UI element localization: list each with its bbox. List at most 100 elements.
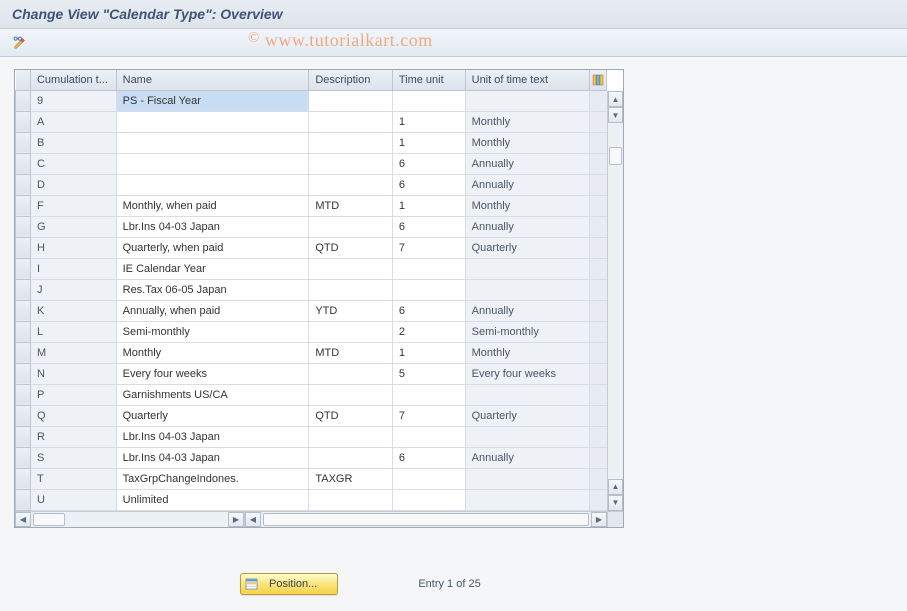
- row-select-handle[interactable]: [16, 321, 31, 342]
- row-select-handle[interactable]: [16, 237, 31, 258]
- row-select-handle[interactable]: [16, 426, 31, 447]
- cell-cumulation-type[interactable]: J: [30, 279, 116, 300]
- cell-unit-text[interactable]: Monthly: [465, 342, 589, 363]
- cell-description[interactable]: [309, 90, 393, 111]
- cell-cumulation-type[interactable]: A: [30, 111, 116, 132]
- scroll-track-h2[interactable]: [261, 512, 591, 527]
- cell-description[interactable]: QTD: [309, 405, 393, 426]
- cell-name[interactable]: Garnishments US/CA: [116, 384, 309, 405]
- cell-cumulation-type[interactable]: U: [30, 489, 116, 510]
- row-select-handle[interactable]: [16, 489, 31, 510]
- cell-unit-text[interactable]: [465, 489, 589, 510]
- scroll-up-step-button[interactable]: ▲: [608, 479, 623, 495]
- scroll-left-button-1[interactable]: ◀: [15, 512, 31, 527]
- scroll-track-vertical[interactable]: [608, 123, 623, 479]
- cell-name[interactable]: Annually, when paid: [116, 300, 309, 321]
- scroll-left-button-2[interactable]: ◀: [245, 512, 261, 527]
- cell-time-unit[interactable]: 7: [392, 405, 465, 426]
- cell-description[interactable]: [309, 321, 393, 342]
- cell-unit-text[interactable]: [465, 426, 589, 447]
- cell-time-unit[interactable]: 6: [392, 447, 465, 468]
- cell-unit-text[interactable]: Annually: [465, 216, 589, 237]
- scroll-right-button-2[interactable]: ▶: [591, 512, 607, 527]
- cell-description[interactable]: QTD: [309, 237, 393, 258]
- vertical-scrollbar[interactable]: ▲ ▼ ▲ ▼: [607, 91, 623, 511]
- cell-unit-text[interactable]: Annually: [465, 174, 589, 195]
- cell-time-unit[interactable]: [392, 279, 465, 300]
- cell-time-unit[interactable]: [392, 468, 465, 489]
- cell-time-unit[interactable]: 7: [392, 237, 465, 258]
- scroll-up-button[interactable]: ▲: [608, 91, 623, 107]
- cell-description[interactable]: MTD: [309, 195, 393, 216]
- cell-unit-text[interactable]: Quarterly: [465, 405, 589, 426]
- cell-cumulation-type[interactable]: Q: [30, 405, 116, 426]
- cell-name[interactable]: Semi-monthly: [116, 321, 309, 342]
- cell-cumulation-type[interactable]: 9: [30, 90, 116, 111]
- col-header-config[interactable]: [589, 70, 606, 90]
- row-select-handle[interactable]: [16, 342, 31, 363]
- cell-description[interactable]: [309, 279, 393, 300]
- cell-name[interactable]: [116, 132, 309, 153]
- cell-unit-text[interactable]: [465, 258, 589, 279]
- cell-cumulation-type[interactable]: L: [30, 321, 116, 342]
- cell-name[interactable]: Lbr.Ins 04-03 Japan: [116, 216, 309, 237]
- cell-cumulation-type[interactable]: N: [30, 363, 116, 384]
- cell-name[interactable]: Monthly, when paid: [116, 195, 309, 216]
- col-header-unit-text[interactable]: Unit of time text: [465, 70, 589, 90]
- cell-time-unit[interactable]: 1: [392, 111, 465, 132]
- row-select-handle[interactable]: [16, 300, 31, 321]
- cell-name[interactable]: Quarterly, when paid: [116, 237, 309, 258]
- col-header-description[interactable]: Description: [309, 70, 393, 90]
- cell-unit-text[interactable]: Annually: [465, 300, 589, 321]
- select-all-corner[interactable]: [16, 70, 31, 90]
- cell-cumulation-type[interactable]: S: [30, 447, 116, 468]
- toggle-display-change-button[interactable]: [10, 34, 30, 52]
- cell-name[interactable]: Res.Tax 06-05 Japan: [116, 279, 309, 300]
- cell-description[interactable]: [309, 258, 393, 279]
- cell-time-unit[interactable]: 5: [392, 363, 465, 384]
- cell-name[interactable]: IE Calendar Year: [116, 258, 309, 279]
- position-button[interactable]: Position...: [240, 573, 338, 595]
- row-select-handle[interactable]: [16, 405, 31, 426]
- row-select-handle[interactable]: [16, 153, 31, 174]
- cell-unit-text[interactable]: [465, 384, 589, 405]
- cell-time-unit[interactable]: 6: [392, 300, 465, 321]
- cell-cumulation-type[interactable]: F: [30, 195, 116, 216]
- row-select-handle[interactable]: [16, 174, 31, 195]
- table-settings-button[interactable]: [590, 70, 606, 90]
- cell-description[interactable]: [309, 384, 393, 405]
- cell-cumulation-type[interactable]: G: [30, 216, 116, 237]
- cell-unit-text[interactable]: Every four weeks: [465, 363, 589, 384]
- row-select-handle[interactable]: [16, 279, 31, 300]
- row-select-handle[interactable]: [16, 447, 31, 468]
- cell-description[interactable]: TAXGR: [309, 468, 393, 489]
- cell-unit-text[interactable]: Annually: [465, 447, 589, 468]
- cell-description[interactable]: [309, 132, 393, 153]
- cell-unit-text[interactable]: [465, 90, 589, 111]
- cell-name[interactable]: Every four weeks: [116, 363, 309, 384]
- scroll-thumb-h2[interactable]: [263, 513, 589, 526]
- cell-description[interactable]: [309, 447, 393, 468]
- cell-time-unit[interactable]: 2: [392, 321, 465, 342]
- row-select-handle[interactable]: [16, 111, 31, 132]
- cell-description[interactable]: MTD: [309, 342, 393, 363]
- cell-unit-text[interactable]: Annually: [465, 153, 589, 174]
- row-select-handle[interactable]: [16, 216, 31, 237]
- cell-cumulation-type[interactable]: R: [30, 426, 116, 447]
- cell-description[interactable]: [309, 216, 393, 237]
- row-select-handle[interactable]: [16, 363, 31, 384]
- cell-name[interactable]: Quarterly: [116, 405, 309, 426]
- cell-time-unit[interactable]: 1: [392, 342, 465, 363]
- row-select-handle[interactable]: [16, 384, 31, 405]
- cell-unit-text[interactable]: Semi-monthly: [465, 321, 589, 342]
- row-select-handle[interactable]: [16, 90, 31, 111]
- cell-unit-text[interactable]: Monthly: [465, 195, 589, 216]
- cell-time-unit[interactable]: [392, 426, 465, 447]
- cell-description[interactable]: [309, 426, 393, 447]
- cell-name[interactable]: Monthly: [116, 342, 309, 363]
- cell-time-unit[interactable]: 6: [392, 216, 465, 237]
- cell-unit-text[interactable]: [465, 468, 589, 489]
- scroll-right-button-1[interactable]: ▶: [228, 512, 244, 527]
- cell-cumulation-type[interactable]: P: [30, 384, 116, 405]
- cell-name[interactable]: Unlimited: [116, 489, 309, 510]
